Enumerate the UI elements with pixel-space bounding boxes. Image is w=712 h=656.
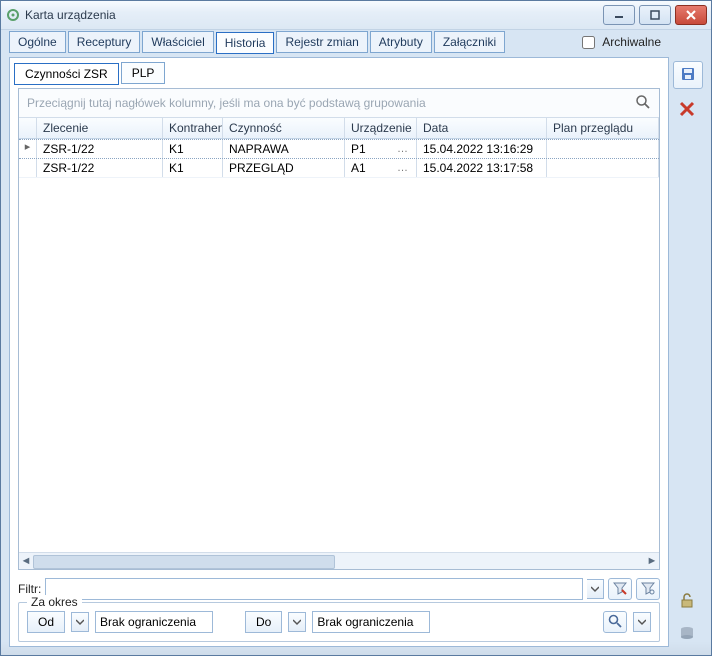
sub-tabs: Czynności ZSR PLP (14, 62, 664, 84)
tab-historia[interactable]: Historia (216, 32, 275, 54)
lock-open-icon (678, 592, 696, 613)
window-root: Karta urządzenia Ogólne Receptury Właści… (0, 0, 712, 656)
archival-label: Archiwalne (602, 35, 661, 49)
archival-checkbox-wrap[interactable]: Archiwalne (578, 33, 703, 52)
save-icon (680, 66, 696, 85)
cell-kontrahent: K1 (163, 159, 223, 177)
ellipsis-icon[interactable]: … (395, 143, 410, 155)
table-row[interactable]: ▸ ZSR-1/22 K1 NAPRAWA P1 … 15.04.2022 13… (19, 139, 659, 159)
search-icon (608, 614, 622, 631)
col-plan-przegladu[interactable]: Plan przeglądu (547, 118, 659, 138)
period-group: Za okres Od Brak ograniczenia Do (18, 602, 660, 642)
ellipsis-icon[interactable]: … (395, 162, 410, 174)
tab-zalaczniki[interactable]: Załączniki (434, 31, 505, 53)
delete-x-icon (678, 100, 696, 121)
period-search-button[interactable] (603, 611, 627, 633)
side-toolbar-bottom (673, 589, 703, 647)
chevron-down-icon (591, 582, 599, 596)
period-to-button[interactable]: Do (245, 611, 282, 633)
col-data[interactable]: Data (417, 118, 547, 138)
grid: Przeciągnij tutaj nagłówek kolumny, jeśl… (18, 88, 660, 570)
database-button[interactable] (673, 621, 701, 647)
chevron-down-icon (293, 615, 301, 629)
cell-zlecenie: ZSR-1/22 (37, 140, 163, 158)
filter-edit-button[interactable] (608, 578, 632, 600)
cell-urzadzenie-value: P1 (351, 142, 366, 156)
period-from-button[interactable]: Od (27, 611, 65, 633)
row-indicator-icon (19, 159, 37, 177)
filter-find-button[interactable] (636, 578, 660, 600)
funnel-find-icon (641, 581, 655, 598)
period-from-value[interactable]: Brak ograniczenia (95, 611, 213, 633)
database-icon (678, 624, 696, 645)
grid-group-hint: Przeciągnij tutaj nagłówek kolumny, jeśl… (27, 96, 426, 110)
tab-ogolne[interactable]: Ogólne (9, 31, 66, 53)
delete-button[interactable] (673, 97, 701, 123)
subtab-czynnosci-zsr[interactable]: Czynności ZSR (14, 63, 119, 85)
close-button[interactable] (675, 5, 707, 25)
cell-urzadzenie: A1 … (345, 159, 417, 177)
col-selector (19, 118, 37, 138)
filter-input[interactable] (45, 578, 583, 600)
app-gear-icon (5, 7, 21, 23)
col-kontrahent[interactable]: Kontrahent (163, 118, 223, 138)
grid-group-bar[interactable]: Przeciągnij tutaj nagłówek kolumny, jeśl… (19, 89, 659, 118)
cell-urzadzenie: P1 … (345, 140, 417, 158)
period-from-dropdown[interactable] (71, 612, 89, 632)
chevron-down-icon (76, 615, 84, 629)
grid-body: ▸ ZSR-1/22 K1 NAPRAWA P1 … 15.04.2022 13… (19, 139, 659, 552)
period-legend: Za okres (27, 595, 82, 609)
cell-czynnosc: NAPRAWA (223, 140, 345, 158)
titlebar: Karta urządzenia (1, 1, 711, 30)
col-zlecenie[interactable]: Zlecenie (37, 118, 163, 138)
lock-button[interactable] (673, 589, 701, 615)
filter-dropdown-button[interactable] (587, 579, 604, 599)
cell-data: 15.04.2022 13:16:29 (417, 140, 547, 158)
period-search-dropdown[interactable] (633, 612, 651, 632)
side-toolbar (673, 61, 703, 123)
cell-czynnosc: PRZEGLĄD (223, 159, 345, 177)
window-title: Karta urządzenia (21, 8, 603, 22)
tab-rejestr-zmian[interactable]: Rejestr zmian (276, 31, 367, 53)
save-button[interactable] (673, 61, 703, 89)
filter-row: Filtr: (18, 578, 660, 600)
cell-data: 15.04.2022 13:17:58 (417, 159, 547, 177)
cell-plan (547, 159, 659, 177)
main-tabs-row: Ogólne Receptury Właściciel Historia Rej… (9, 31, 703, 53)
filter-label: Filtr: (18, 582, 41, 596)
search-icon[interactable] (635, 94, 651, 113)
archival-checkbox[interactable] (582, 36, 595, 49)
funnel-edit-icon (613, 581, 627, 598)
table-row[interactable]: ZSR-1/22 K1 PRZEGLĄD A1 … 15.04.2022 13:… (19, 159, 659, 178)
scroll-right-icon[interactable]: ► (645, 553, 659, 569)
period-to-value[interactable]: Brak ograniczenia (312, 611, 430, 633)
subtab-plp[interactable]: PLP (121, 62, 166, 84)
col-czynnosc[interactable]: Czynność (223, 118, 345, 138)
col-urzadzenie[interactable]: Urządzenie (345, 118, 417, 138)
scroll-thumb[interactable] (33, 555, 335, 569)
chevron-down-icon (638, 615, 646, 629)
maximize-button[interactable] (639, 5, 671, 25)
cell-zlecenie: ZSR-1/22 (37, 159, 163, 177)
cell-plan (547, 140, 659, 158)
grid-header: Zlecenie Kontrahent Czynność Urządzenie … (19, 118, 659, 139)
period-to-dropdown[interactable] (288, 612, 306, 632)
row-indicator-icon: ▸ (19, 140, 37, 158)
minimize-button[interactable] (603, 5, 635, 25)
scroll-left-icon[interactable]: ◄ (19, 553, 33, 569)
tab-wlasciciel[interactable]: Właściciel (142, 31, 213, 53)
cell-urzadzenie-value: A1 (351, 161, 366, 175)
body-panel: Czynności ZSR PLP Przeciągnij tutaj nagł… (9, 57, 669, 647)
client-area: Ogólne Receptury Właściciel Historia Rej… (9, 31, 703, 647)
horizontal-scrollbar[interactable]: ◄ ► (19, 552, 659, 569)
tab-atrybuty[interactable]: Atrybuty (370, 31, 432, 53)
cell-kontrahent: K1 (163, 140, 223, 158)
tab-receptury[interactable]: Receptury (68, 31, 141, 53)
